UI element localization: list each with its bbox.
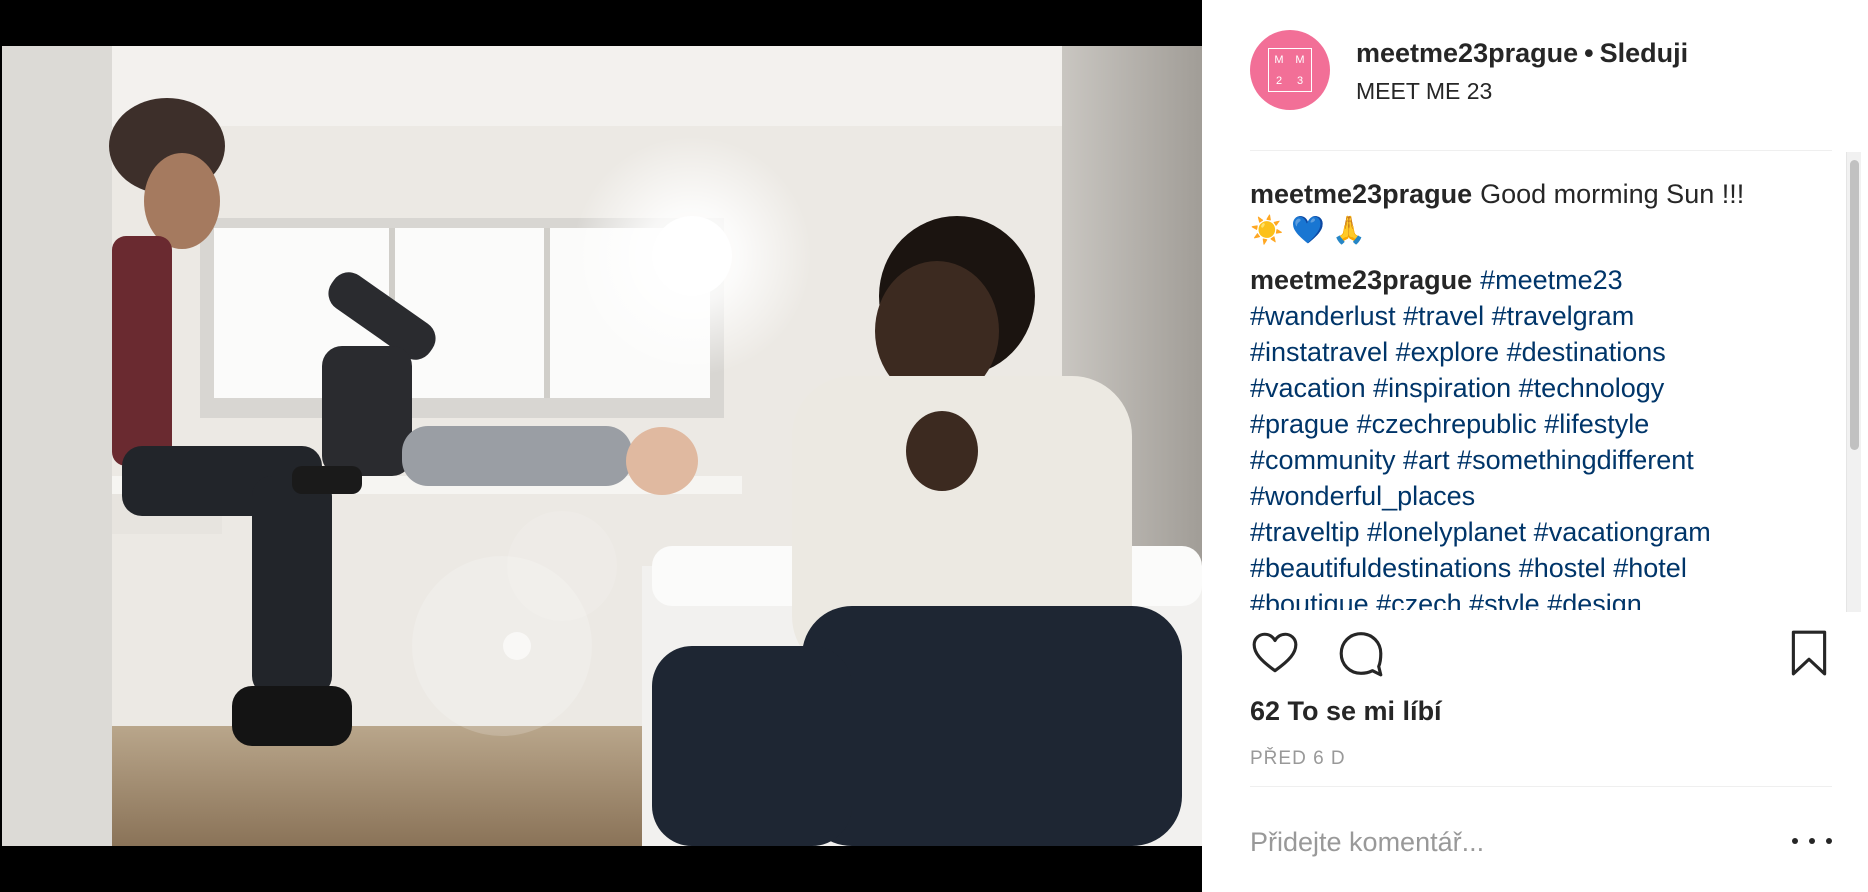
avatar-logo-char: M [1295, 53, 1306, 66]
follow-status-button[interactable]: Sleduji [1600, 38, 1689, 68]
hashtag-line[interactable]: #traveltip #lonelyplanet #vacationgram [1250, 514, 1840, 550]
bookmark-icon[interactable] [1784, 628, 1834, 678]
location-link[interactable]: MEET ME 23 [1356, 78, 1492, 105]
author-line: meetme23prague • Sleduji [1356, 38, 1688, 69]
post-photo[interactable] [2, 46, 1202, 846]
heart-outline-icon[interactable] [1250, 628, 1300, 678]
more-dot [1809, 838, 1815, 844]
comment-username[interactable]: meetme23prague [1250, 179, 1472, 209]
author-username[interactable]: meetme23prague [1356, 38, 1578, 68]
caption-comment: meetme23prague Good morming Sun !!! ☀️ 💙 … [1250, 176, 1840, 248]
hashtag-line[interactable]: #beautifuldestinations #hostel #hotel [1250, 550, 1840, 586]
more-dot [1826, 838, 1832, 844]
avatar-logo: M M 2 3 [1268, 48, 1312, 92]
add-comment-input[interactable] [1250, 822, 1740, 862]
hashtag-line[interactable]: #instatravel #explore #destinations [1250, 334, 1840, 370]
comments-list: meetme23prague Good morming Sun !!! ☀️ 💙 … [1250, 176, 1840, 610]
post-header: M M 2 3 meetme23prague • Sleduji MEET ME 2… [1250, 30, 1820, 114]
avatar[interactable]: M M 2 3 [1250, 30, 1330, 110]
hashtag-line[interactable]: #wonderful_places [1250, 478, 1840, 514]
avatar-logo-char: 3 [1296, 74, 1305, 87]
more-dot [1792, 838, 1798, 844]
caption-text: Good morming Sun !!! [1480, 179, 1745, 209]
divider [1250, 150, 1832, 151]
post-timestamp[interactable]: PŘED 6 D [1250, 748, 1346, 770]
photo-panel [0, 0, 1202, 892]
scrollbar-thumb[interactable] [1850, 160, 1859, 450]
more-options-icon[interactable] [1792, 826, 1832, 856]
divider [1250, 786, 1832, 787]
hashtag-line[interactable]: #prague #czechrepublic #lifestyle [1250, 406, 1840, 442]
avatar-logo-char: 2 [1275, 74, 1284, 87]
hashtag-line[interactable]: #boutique #czech #style #design [1250, 586, 1840, 610]
likes-count[interactable]: 62 To se mi líbí [1250, 696, 1442, 727]
hashtag-line[interactable]: #community #art #somethingdifferent [1250, 442, 1840, 478]
hashtag-line[interactable]: #vacation #inspiration #technology [1250, 370, 1840, 406]
comment-bubble-icon[interactable] [1336, 628, 1386, 678]
comments-scrollbar[interactable] [1846, 152, 1861, 612]
hashtag-line[interactable]: #meetme23 [1480, 265, 1623, 295]
separator-dot: • [1584, 38, 1594, 68]
hashtag-comment: meetme23prague #meetme23 #wanderlust #tra… [1250, 262, 1840, 610]
action-bar [1250, 628, 1832, 680]
photo-illustration [2, 46, 1202, 846]
caption-emojis: ☀️ 💙 🙏 [1250, 215, 1366, 245]
comment-username[interactable]: meetme23prague [1250, 265, 1472, 295]
hashtag-line[interactable]: #wanderlust #travel #travelgram [1250, 298, 1840, 334]
avatar-logo-char: M [1274, 53, 1285, 66]
post-side-panel: M M 2 3 meetme23prague • Sleduji MEET ME 2… [1202, 0, 1868, 892]
